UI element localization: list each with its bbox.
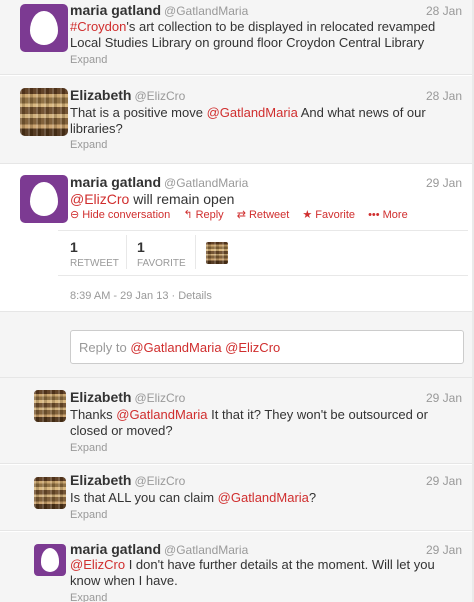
- author-name[interactable]: Elizabeth: [70, 87, 131, 103]
- tweet-text: #Croydon's art collection to be displaye…: [70, 19, 450, 51]
- mention-link[interactable]: @GatlandMaria: [218, 490, 309, 505]
- star-icon: ★: [302, 209, 313, 221]
- mention-link[interactable]: @ElizCro: [70, 557, 125, 572]
- reply-input[interactable]: Reply to @GatlandMaria @ElizCro: [70, 330, 464, 364]
- author-name[interactable]: maria gatland: [70, 2, 161, 18]
- retweet-label: Retweet: [248, 209, 290, 221]
- expand-link[interactable]: Expand: [70, 139, 107, 151]
- tweet-header: Elizabeth @ElizCro: [70, 87, 185, 103]
- egg-avatar[interactable]: [20, 4, 68, 52]
- tweet-actions: ⊖ Hide conversation ↰ Reply ⇄ Retweet ★ Favo…: [70, 208, 418, 221]
- hashtag-link[interactable]: #Croydon: [70, 19, 126, 34]
- tweet-stats: 1 RETWEET 1 FAVORITE: [58, 230, 468, 276]
- reply-label: Reply: [195, 209, 224, 221]
- tweet-text-body: will remain open: [129, 191, 235, 207]
- tweet-time[interactable]: 29 Jan: [426, 176, 462, 190]
- tweet-text: Is that ALL you can claim @GatlandMaria?: [70, 490, 450, 506]
- author-name[interactable]: maria gatland: [70, 174, 161, 190]
- tweet-time[interactable]: 28 Jan: [426, 89, 462, 103]
- reply-button[interactable]: ↰ Reply: [183, 209, 223, 221]
- tweet-text-pre: Is that ALL you can claim: [70, 490, 218, 505]
- tweet-header: Elizabeth @ElizCro: [70, 389, 185, 405]
- author-name[interactable]: Elizabeth: [70, 389, 131, 405]
- author-handle[interactable]: @GatlandMaria: [164, 4, 248, 18]
- author-handle[interactable]: @ElizCro: [134, 391, 185, 405]
- stats-divider: [126, 235, 127, 269]
- favorite-count-label: FAVORITE: [137, 258, 186, 269]
- retweet-count-label: RETWEET: [70, 258, 119, 269]
- author-handle[interactable]: @GatlandMaria: [164, 176, 248, 190]
- tweet-time[interactable]: 28 Jan: [426, 4, 462, 18]
- retweet-count[interactable]: 1 RETWEET: [70, 239, 119, 269]
- dots-icon: •••: [368, 209, 380, 221]
- tweet-6[interactable]: maria gatland @GatlandMaria 29 Jan @ElizC…: [0, 532, 474, 602]
- expand-link[interactable]: Expand: [70, 592, 107, 602]
- favorite-count-value: 1: [137, 239, 145, 255]
- tweet-header: maria gatland @GatlandMaria: [70, 174, 248, 190]
- more-button[interactable]: ••• More: [368, 209, 408, 221]
- favorite-button[interactable]: ★ Favorite: [302, 209, 355, 221]
- tweet-header: maria gatland @GatlandMaria: [70, 2, 248, 18]
- expand-link[interactable]: Expand: [70, 509, 107, 521]
- author-handle[interactable]: @ElizCro: [134, 89, 185, 103]
- retweet-icon: ⇄: [236, 209, 246, 221]
- hide-conversation-button[interactable]: ⊖ Hide conversation: [70, 209, 170, 221]
- bookshelf-avatar[interactable]: [34, 390, 66, 422]
- tweet-text: @ElizCro will remain open: [70, 191, 450, 208]
- tweet-time[interactable]: 29 Jan: [426, 474, 462, 488]
- reply-icon: ↰: [183, 209, 193, 221]
- reply-mentions: @GatlandMaria @ElizCro: [130, 340, 281, 355]
- reply-prefix: Reply to: [79, 340, 131, 355]
- tweet-text-body: ?: [308, 490, 317, 505]
- tweet-text: Thanks @GatlandMaria It that it? They wo…: [70, 407, 440, 439]
- tweet-text: That is a positive move @GatlandMaria An…: [70, 105, 440, 137]
- egg-avatar[interactable]: [20, 175, 68, 223]
- bookshelf-avatar[interactable]: [34, 477, 66, 509]
- egg-avatar[interactable]: [34, 544, 66, 576]
- tweet-4[interactable]: Elizabeth @ElizCro 29 Jan Thanks @Gatland…: [0, 378, 474, 464]
- author-name[interactable]: Elizabeth: [70, 472, 131, 488]
- tweet-text: @ElizCro I don't have further details at…: [70, 557, 442, 589]
- tweet-time[interactable]: 29 Jan: [426, 543, 462, 557]
- tweet-header: Elizabeth @ElizCro: [70, 472, 185, 488]
- tweet-5[interactable]: Elizabeth @ElizCro 29 Jan Is that ALL you…: [0, 465, 474, 531]
- stats-divider: [195, 235, 196, 269]
- favorite-label: Favorite: [315, 209, 356, 221]
- tweet-2[interactable]: Elizabeth @ElizCro 28 Jan That is a posit…: [0, 76, 474, 164]
- mention-link[interactable]: @ElizCro: [70, 191, 129, 207]
- tweet-text-body: I don't have further details at the mome…: [70, 557, 435, 588]
- author-handle[interactable]: @GatlandMaria: [164, 543, 248, 557]
- expand-link[interactable]: Expand: [70, 442, 107, 454]
- expand-link[interactable]: Expand: [70, 54, 107, 66]
- favorite-count[interactable]: 1 FAVORITE: [137, 239, 186, 269]
- mention-link[interactable]: @GatlandMaria: [207, 105, 298, 120]
- retweet-count-value: 1: [70, 239, 78, 255]
- tweet-text-pre: That is a positive move: [70, 105, 207, 120]
- conversation-page: maria gatland @GatlandMaria 28 Jan #Croyd…: [0, 0, 474, 602]
- more-label: More: [382, 209, 408, 221]
- tweet-header: maria gatland @GatlandMaria: [70, 541, 248, 557]
- tweet-time[interactable]: 29 Jan: [426, 391, 462, 405]
- hide-label: Hide conversation: [82, 209, 171, 221]
- mention-link[interactable]: @GatlandMaria: [116, 407, 207, 422]
- favoriter-avatar[interactable]: [206, 242, 228, 264]
- tweet-timestamp-details[interactable]: 8:39 AM - 29 Jan 13 · Details: [70, 290, 212, 302]
- bookshelf-avatar[interactable]: [20, 88, 68, 136]
- author-name[interactable]: maria gatland: [70, 541, 161, 557]
- retweet-button[interactable]: ⇄ Retweet: [237, 209, 290, 221]
- tweet-1[interactable]: maria gatland @GatlandMaria 28 Jan #Croyd…: [0, 0, 474, 75]
- minus-circle-icon: ⊖: [70, 209, 80, 221]
- author-handle[interactable]: @ElizCro: [134, 474, 185, 488]
- tweet-text-pre: Thanks: [70, 407, 117, 422]
